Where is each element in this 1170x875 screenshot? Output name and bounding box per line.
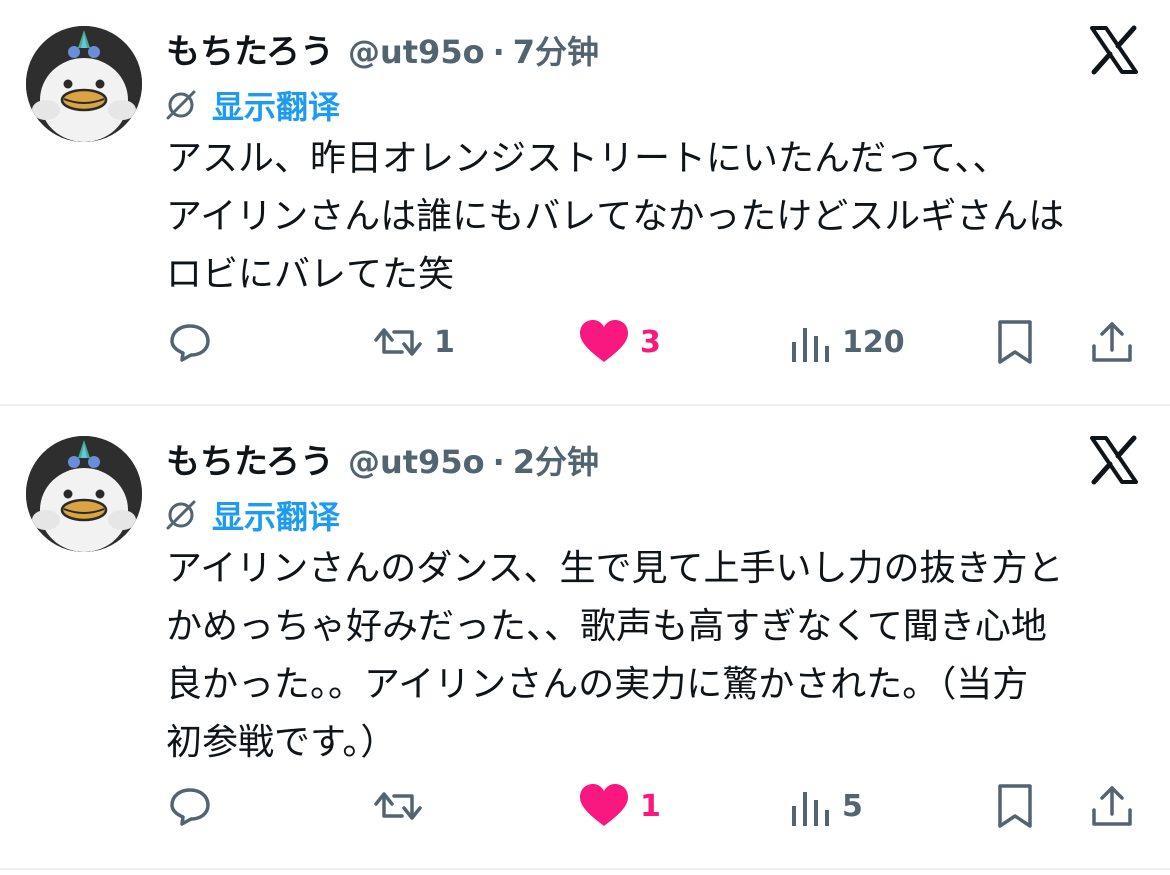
tweet-text-line: アイリンさんは誰にもバレてなかったけどスルギさんは xyxy=(166,196,1065,237)
retweet-button[interactable] xyxy=(372,776,424,836)
action-bar: 1 5 xyxy=(0,776,1170,836)
action-bar: 1 3 120 xyxy=(0,312,1170,372)
globe-slash-icon xyxy=(166,500,196,530)
author-handle[interactable]: @ut95o xyxy=(348,33,485,71)
heart-filled-icon xyxy=(580,784,628,826)
views-count: 120 xyxy=(842,324,905,360)
show-translation-link[interactable]: 显示翻译 xyxy=(164,82,340,128)
separator-dot: · xyxy=(492,443,505,481)
retweet-icon xyxy=(374,328,422,356)
share-upload-icon xyxy=(1092,322,1132,362)
author-name[interactable]: もちたろう xyxy=(166,434,334,483)
like-count: 3 xyxy=(640,324,661,360)
author-name[interactable]: もちたろう xyxy=(166,24,334,73)
views-button[interactable]: 120 xyxy=(788,312,905,372)
translate-label[interactable]: 显示翻译 xyxy=(212,492,340,538)
tweet-header: もちたろう @ut95o · 7分钟 xyxy=(166,24,599,73)
retweet-button[interactable]: 1 xyxy=(372,312,455,372)
share-button[interactable] xyxy=(1088,312,1136,372)
author-handle[interactable]: @ut95o xyxy=(348,443,485,481)
show-translation-link[interactable]: 显示翻译 xyxy=(164,492,340,538)
bookmark-button[interactable] xyxy=(994,776,1036,836)
bookmark-icon xyxy=(998,320,1032,364)
avatar-ghost-image xyxy=(26,436,142,552)
tweet-header: もちたろう @ut95o · 2分钟 xyxy=(166,434,599,483)
analytics-bars-icon xyxy=(792,792,829,826)
tweet-divider xyxy=(0,868,1170,870)
heart-filled-icon xyxy=(580,320,628,362)
avatar[interactable] xyxy=(26,26,142,142)
views-count: 5 xyxy=(842,788,863,824)
tweet-2[interactable]: もちたろう @ut95o · 2分钟 显示翻译 アイリンさんのダンス、生で見て上… xyxy=(0,406,1170,868)
retweet-count: 1 xyxy=(434,324,455,360)
tweet-text: アスル、昨日オレンジストリートにいたんだって、、 アイリンさんは誰にもバレてなか… xyxy=(166,130,1156,304)
x-logo-icon xyxy=(1090,435,1138,485)
timestamp[interactable]: 7分钟 xyxy=(513,27,599,73)
tweet-text-line: ロビにバレてた笑 xyxy=(166,254,455,295)
share-upload-icon xyxy=(1092,786,1132,826)
separator-dot: · xyxy=(492,33,505,71)
views-button[interactable]: 5 xyxy=(788,776,863,836)
reply-button[interactable] xyxy=(166,312,214,372)
like-button[interactable]: 1 xyxy=(578,776,661,836)
bookmark-icon xyxy=(998,784,1032,828)
retweet-icon xyxy=(374,792,422,820)
tweet-text-line: アスル、昨日オレンジストリートにいたんだって、、 xyxy=(166,138,1009,179)
tweet-text-line: かめっちゃ好みだった、、歌声も高すぎなくて聞き心地 xyxy=(166,606,1047,647)
globe-slash-icon xyxy=(166,90,196,120)
reply-button[interactable] xyxy=(166,776,214,836)
analytics-bars-icon xyxy=(792,328,829,362)
tweet-text: アイリンさんのダンス、生で見て上手いし力の抜き方と かめっちゃ好みだった、、歌声… xyxy=(166,540,1156,772)
avatar[interactable] xyxy=(26,436,142,552)
avatar-ghost-image xyxy=(26,26,142,142)
reply-bubble-icon xyxy=(170,324,210,362)
translate-label[interactable]: 显示翻译 xyxy=(212,82,340,128)
tweet-text-line: 良かった。。アイリンさんの実力に驚かされた。（当方 xyxy=(166,664,1029,705)
reply-bubble-icon xyxy=(170,788,210,826)
tweet-text-line: アイリンさんのダンス、生で見て上手いし力の抜き方と xyxy=(166,548,1064,589)
share-button[interactable] xyxy=(1088,776,1136,836)
tweet-text-line: 初参戦です。） xyxy=(166,722,397,763)
tweet-1[interactable]: もちたろう @ut95o · 7分钟 显示翻译 アスル、昨日オレンジストリートに… xyxy=(0,0,1170,404)
bookmark-button[interactable] xyxy=(994,312,1036,372)
like-button[interactable]: 3 xyxy=(578,312,661,372)
x-logo-icon xyxy=(1090,25,1138,75)
timestamp[interactable]: 2分钟 xyxy=(513,437,599,483)
like-count: 1 xyxy=(640,788,661,824)
